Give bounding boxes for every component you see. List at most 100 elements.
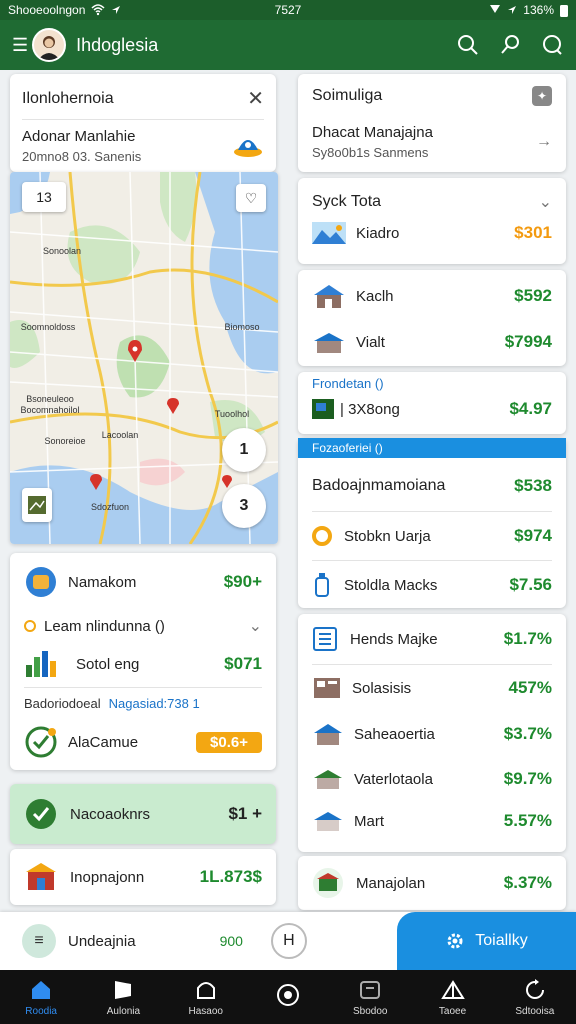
close-icon[interactable]: ✕ bbox=[247, 86, 264, 111]
map-label: Bocomnahoilol bbox=[20, 405, 79, 415]
signal-icon bbox=[490, 5, 501, 13]
summary-item-label: Sotol eng bbox=[76, 655, 140, 673]
nav-item-home[interactable]: Roodia bbox=[0, 970, 82, 1024]
list-item-price: $592 bbox=[514, 286, 552, 305]
zoom-level-button[interactable]: 13 bbox=[22, 182, 66, 212]
tent-icon bbox=[440, 979, 465, 999]
mountain-icon bbox=[312, 222, 346, 244]
map-view[interactable]: Sonoolan Soomnoldoss Bsoneuleoo Bocomnah… bbox=[10, 172, 278, 544]
location-name: Dhacat Manajajna bbox=[312, 124, 433, 141]
avatar[interactable] bbox=[32, 28, 67, 62]
carrier-label: Shooeoolngon bbox=[8, 3, 86, 17]
property-list-card: Kaclh $592 Vialt $7994 bbox=[298, 270, 566, 366]
bottom-bar-value: 900 bbox=[219, 933, 243, 949]
search-icon[interactable] bbox=[456, 33, 480, 57]
list-item[interactable]: Stobkn Uarja $974 bbox=[298, 512, 566, 560]
menu-icon[interactable]: ☰ bbox=[12, 35, 28, 56]
nav-item-center[interactable] bbox=[247, 970, 329, 1024]
green-card[interactable]: Nacoaoknrs $1 + bbox=[10, 784, 276, 844]
info-card-label: Inopnajonn bbox=[70, 868, 145, 886]
chevron-down-icon[interactable]: ⌄ bbox=[539, 192, 552, 212]
summary-row-link[interactable]: Nagasiad:738 1 bbox=[109, 696, 200, 711]
list-item[interactable]: Mart 5.57% bbox=[298, 801, 566, 841]
arrow-right-icon[interactable]: → bbox=[536, 133, 552, 151]
home-icon bbox=[32, 980, 51, 999]
list-item-price: $4.97 bbox=[509, 399, 552, 418]
nav-item-flag[interactable]: Aulonia bbox=[82, 970, 164, 1024]
bottom-bar-button[interactable]: H bbox=[270, 923, 307, 959]
list-item-label: Stoldla Macks bbox=[344, 576, 438, 594]
search-card[interactable]: Ilonlohernoia ✕ Adonar Manlahie 20mno8 0… bbox=[10, 74, 276, 172]
map-label: Biomoso bbox=[224, 322, 259, 332]
nav-label: Taoee bbox=[438, 1005, 467, 1017]
chevron-down-icon: ⌄ bbox=[248, 618, 262, 635]
location-card-title: Soimuliga bbox=[312, 87, 383, 104]
document-icon: ≡ bbox=[22, 924, 56, 958]
check-badge-icon bbox=[26, 799, 56, 829]
list-item-label: Stobkn Uarja bbox=[344, 527, 431, 545]
refresh-icon[interactable] bbox=[540, 33, 564, 57]
zoom-out-button[interactable]: 3 bbox=[222, 484, 266, 528]
list-item[interactable]: Hends Majke $1.7% bbox=[298, 614, 566, 664]
result-name: Adonar Manlahie bbox=[22, 128, 136, 145]
nav-item-inbox[interactable]: Sbodoo bbox=[329, 970, 411, 1024]
location-icon bbox=[112, 6, 121, 14]
magnify-icon[interactable] bbox=[498, 33, 522, 57]
summary-item-badge: $0.6+ bbox=[196, 731, 262, 753]
gear-icon bbox=[447, 933, 463, 949]
location-icon bbox=[508, 6, 517, 14]
summary-item-label: AlaCamue bbox=[68, 733, 139, 751]
list-item[interactable]: Solasisis 457% bbox=[298, 665, 566, 711]
market-card: Hends Majke $1.7% Solasisis 457% Saheaoe… bbox=[298, 614, 566, 852]
status-bar: Shooeoolngon 7527 136% bbox=[0, 0, 576, 20]
coins-icon bbox=[26, 567, 56, 597]
list-item[interactable]: Saheaoertia $3.7% bbox=[298, 711, 566, 757]
list-item-price: $7.56 bbox=[509, 575, 552, 594]
list-item[interactable]: Kaclh $592 bbox=[298, 270, 566, 322]
list-item-label: Vaterlotaola bbox=[354, 770, 433, 788]
flag-icon bbox=[312, 399, 334, 419]
chart-icon bbox=[26, 651, 56, 677]
inbox-icon bbox=[360, 980, 381, 999]
stock-card-title: Syck Tota bbox=[312, 193, 382, 210]
summary-dropdown[interactable]: Leam nlindunna () ⌄ bbox=[10, 611, 276, 641]
house-icon bbox=[314, 812, 342, 831]
list-item[interactable]: | 3X8ong $4.97 bbox=[298, 391, 566, 427]
layers-button[interactable] bbox=[22, 488, 52, 522]
battery-icon bbox=[560, 4, 568, 17]
dropdown-label: Leam nlindunna () bbox=[44, 617, 165, 635]
stock-card: Syck Tota ⌄ Kiadro $301 bbox=[298, 178, 566, 264]
nav-label: Aulonia bbox=[106, 1005, 141, 1017]
store-icon bbox=[313, 868, 343, 898]
house-icon bbox=[314, 285, 344, 308]
leaf-check-icon bbox=[25, 726, 57, 758]
info-card[interactable]: Inopnajonn 1L.873$ bbox=[10, 849, 276, 905]
list-item[interactable]: Stoldla Macks $7.56 bbox=[298, 561, 566, 609]
list-item-price: $7994 bbox=[504, 332, 552, 351]
settings-icon[interactable]: ✦ bbox=[532, 86, 552, 106]
featured-title: Badoajnmamoiana bbox=[312, 477, 446, 494]
map-label: Tuoolhol bbox=[215, 409, 249, 419]
nav-label: Hasaoo bbox=[188, 1005, 223, 1017]
app-title: Ihdoglesia bbox=[76, 34, 159, 55]
house-icon bbox=[314, 724, 342, 745]
shop-icon bbox=[26, 863, 56, 890]
location-card[interactable]: Soimuliga ✦ Dhacat Manajajna Sy8o0b1s Sa… bbox=[298, 74, 566, 172]
cta-button[interactable]: Toiallky bbox=[397, 912, 576, 970]
list-item[interactable]: Vaterlotaola $9.7% bbox=[298, 757, 566, 801]
nav-item-refresh[interactable]: Sdtooisa bbox=[494, 970, 576, 1024]
list-item[interactable]: Vialt $7994 bbox=[298, 322, 566, 362]
green-card-label: Nacoaoknrs bbox=[70, 805, 151, 823]
zoom-in-button[interactable]: 1 bbox=[222, 428, 266, 472]
calculator-icon bbox=[313, 627, 337, 651]
list-item-label: Solasisis bbox=[352, 679, 412, 697]
nav-item-tent[interactable]: Taoee bbox=[411, 970, 493, 1024]
list-item-price: 5.57% bbox=[503, 811, 552, 830]
layers-icon bbox=[28, 496, 46, 514]
zoom-in-label: 1 bbox=[239, 441, 249, 458]
list-item-label: Kaclh bbox=[356, 287, 394, 305]
nav-item-building[interactable]: Hasaoo bbox=[165, 970, 247, 1024]
favorite-button[interactable]: ♡ bbox=[236, 184, 266, 212]
app-bar: ☰ Ihdoglesia bbox=[0, 20, 576, 70]
manajolan-card[interactable]: Manajolan $.37% bbox=[298, 856, 566, 910]
